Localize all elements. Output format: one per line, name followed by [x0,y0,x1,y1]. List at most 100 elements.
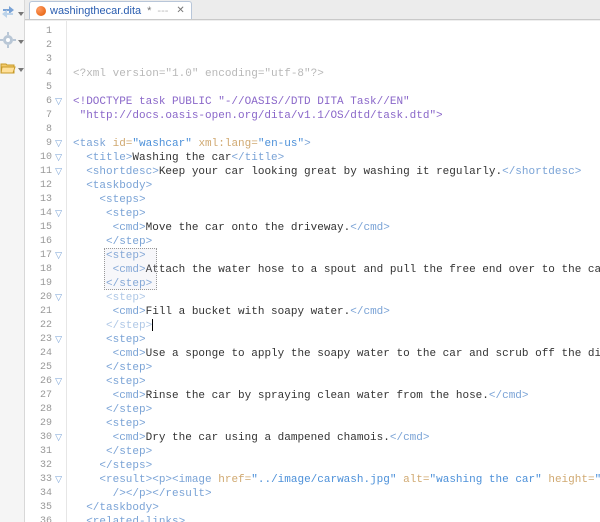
gutter-row[interactable]: 33▽ [25,473,66,487]
line-gutter[interactable]: 123456▽789▽10▽11▽121314▽151617▽181920▽21… [25,21,67,522]
gutter-row[interactable]: 13 [25,193,66,207]
code-line[interactable]: <taskbody> [73,179,600,193]
code-line[interactable]: <step> [73,375,600,389]
code-line[interactable]: </taskbody> [73,501,600,515]
fold-toggle-icon[interactable]: ▽ [54,431,62,445]
gutter-row[interactable]: 9▽ [25,137,66,151]
token: Use a sponge to apply the soapy water to… [146,348,600,360]
gutter-row[interactable]: 14▽ [25,207,66,221]
code-line[interactable]: <step> [73,207,600,221]
gutter-row[interactable]: 2 [25,39,66,53]
fold-toggle-icon[interactable]: ▽ [54,291,62,305]
tab-bar: washingthecar.dita * --- ✕ [25,0,600,20]
gutter-row[interactable]: 15 [25,221,66,235]
token: Dry the car using a dampened chamois. [146,432,390,444]
fold-toggle-icon[interactable]: ▽ [54,207,62,221]
code-line[interactable]: </steps> [73,459,600,473]
gutter-row[interactable]: 22 [25,319,66,333]
code-line[interactable]: </step> [73,319,600,333]
fold-toggle-icon[interactable]: ▽ [54,165,62,179]
gutter-row[interactable]: 25 [25,361,66,375]
fold-toggle-icon[interactable]: ▽ [54,151,62,165]
fold-toggle-icon[interactable]: ▽ [54,95,62,109]
gutter-row[interactable]: 12 [25,179,66,193]
token: </step> [73,362,152,374]
gutter-row[interactable]: 8 [25,123,66,137]
gutter-row[interactable]: 36 [25,515,66,522]
gutter-row[interactable]: 5 [25,81,66,95]
fold-toggle-icon[interactable]: ▽ [54,375,62,389]
code-editor[interactable]: <?xml version="1.0" encoding="utf-8"?> <!… [67,21,600,522]
tab-title: washingthecar.dita [50,5,141,17]
token: </result> [152,488,211,500]
code-line[interactable] [73,81,600,95]
code-line[interactable]: <step> [73,333,600,347]
gutter-row[interactable]: 4 [25,67,66,81]
code-line[interactable]: </step> [73,445,600,459]
tool-settings[interactable] [0,32,24,48]
gutter-row[interactable]: 35 [25,501,66,515]
fold-toggle-icon[interactable]: ▽ [54,249,62,263]
tool-swap[interactable] [0,4,24,20]
code-line[interactable]: <cmd>Rinse the car by spraying clean wat… [73,389,600,403]
code-line[interactable]: <result><p><image href="../image/carwash… [73,473,600,487]
gutter-row[interactable]: 1 [25,25,66,39]
code-line[interactable]: <task id="washcar" xml:lang="en-us"> [73,137,600,151]
line-number: 26 [32,375,52,389]
fold-toggle-icon[interactable]: ▽ [54,137,62,151]
gutter-row[interactable]: 10▽ [25,151,66,165]
code-line[interactable]: <step> [73,249,600,263]
gutter-row[interactable]: 20▽ [25,291,66,305]
code-line[interactable]: <cmd>Move the car onto the driveway.</cm… [73,221,600,235]
gutter-row[interactable]: 30▽ [25,431,66,445]
gutter-row[interactable]: 24 [25,347,66,361]
gutter-row[interactable]: 23▽ [25,333,66,347]
code-line[interactable]: <title>Washing the car</title> [73,151,600,165]
gutter-row[interactable]: 27 [25,389,66,403]
gutter-row[interactable]: 7 [25,109,66,123]
gutter-row[interactable]: 34 [25,487,66,501]
code-line[interactable]: </step> [73,277,600,291]
token: "../image/carwash.jpg" [251,474,396,486]
gutter-row[interactable]: 16 [25,235,66,249]
gutter-row[interactable]: 28 [25,403,66,417]
code-line[interactable]: <step> [73,291,600,305]
code-line[interactable]: <cmd>Attach the water hose to a spout an… [73,263,600,277]
close-icon[interactable]: ✕ [176,5,184,16]
code-line[interactable]: <related-links> [73,515,600,522]
code-line[interactable]: <steps> [73,193,600,207]
gutter-row[interactable]: 32 [25,459,66,473]
code-line[interactable]: <!DOCTYPE task PUBLIC "-//OASIS//DTD DIT… [73,95,600,109]
code-line[interactable]: <?xml version="1.0" encoding="utf-8"?> [73,67,600,81]
code-line[interactable] [73,123,600,137]
token: "en-us" [258,138,304,150]
chevron-down-icon [18,65,24,71]
gutter-row[interactable]: 29 [25,417,66,431]
tool-open[interactable] [0,60,24,76]
code-line[interactable]: </step> [73,403,600,417]
gutter-row[interactable]: 6▽ [25,95,66,109]
code-line[interactable]: </step> [73,235,600,249]
gutter-row[interactable]: 17▽ [25,249,66,263]
gutter-row[interactable]: 11▽ [25,165,66,179]
editor-tab[interactable]: washingthecar.dita * --- ✕ [29,1,192,19]
gutter-row[interactable]: 19 [25,277,66,291]
code-line[interactable]: <cmd>Fill a bucket with soapy water.</cm… [73,305,600,319]
token: <result> [73,474,152,486]
gutter-row[interactable]: 3 [25,53,66,67]
line-number: 8 [32,123,52,137]
code-line[interactable]: <cmd>Use a sponge to apply the soapy wat… [73,347,600,361]
code-line[interactable]: <step> [73,417,600,431]
gutter-row[interactable]: 18 [25,263,66,277]
gutter-row[interactable]: 31 [25,445,66,459]
code-line[interactable]: <cmd>Dry the car using a dampened chamoi… [73,431,600,445]
gutter-row[interactable]: 21 [25,305,66,319]
code-line[interactable]: /></p></result> [73,487,600,501]
gutter-row[interactable]: 26▽ [25,375,66,389]
code-line[interactable]: <shortdesc>Keep your car looking great b… [73,165,600,179]
token: </cmd> [390,432,430,444]
code-line[interactable]: "http://docs.oasis-open.org/dita/v1.1/OS… [73,109,600,123]
fold-toggle-icon[interactable]: ▽ [54,333,62,347]
code-line[interactable]: </step> [73,361,600,375]
fold-toggle-icon[interactable]: ▽ [54,473,62,487]
